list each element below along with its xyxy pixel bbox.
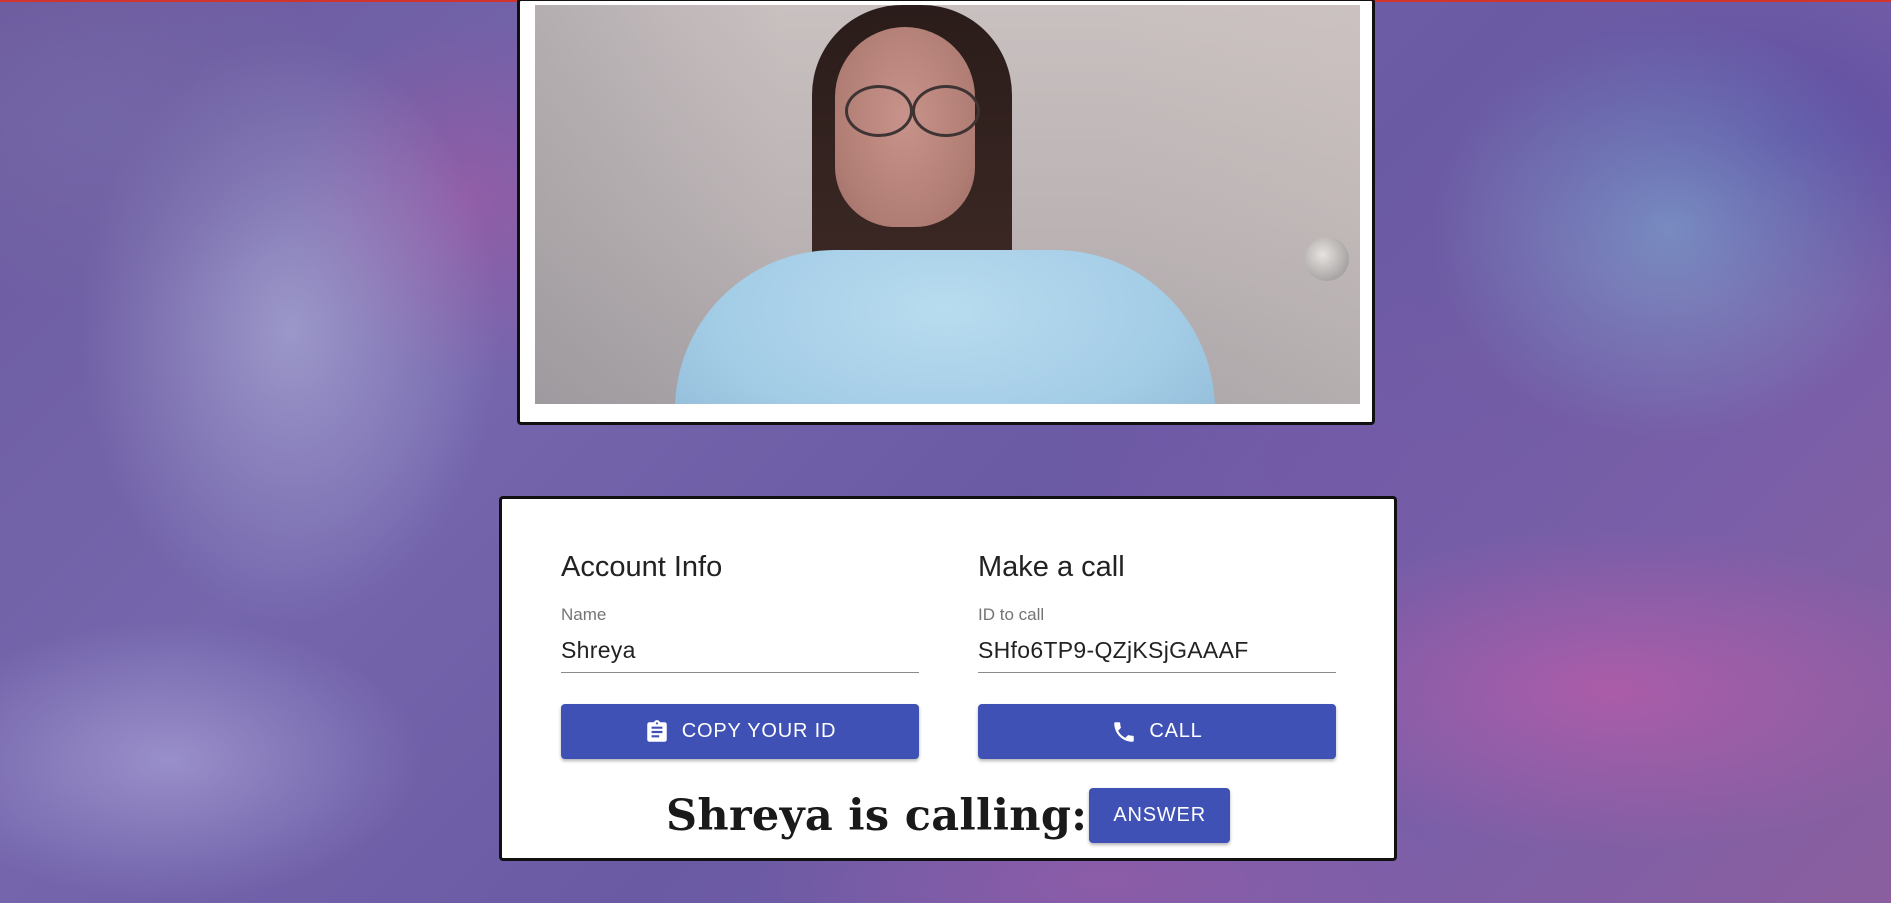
wall-lamp (1305, 237, 1349, 281)
clipboard-icon (644, 719, 670, 745)
answer-button[interactable]: ANSWER (1089, 788, 1230, 843)
call-control-panel: Account Info Name COPY YOUR ID Make a ca… (499, 496, 1397, 861)
copy-id-label: COPY YOUR ID (681, 720, 837, 742)
incoming-call-text: Shreya is calling: (666, 790, 1088, 841)
call-label: CALL (1149, 720, 1203, 742)
call-button[interactable]: CALL (978, 704, 1336, 759)
local-video (535, 5, 1360, 404)
account-info-section: Account Info Name COPY YOUR ID (561, 551, 919, 759)
glasses-left (845, 85, 913, 137)
account-info-title: Account Info (561, 551, 723, 583)
name-input[interactable] (561, 633, 919, 673)
phone-icon (1111, 719, 1137, 745)
id-to-call-input[interactable] (978, 633, 1336, 673)
make-call-section: Make a call ID to call CALL (978, 551, 1336, 759)
copy-id-button[interactable]: COPY YOUR ID (561, 704, 919, 759)
make-call-title: Make a call (978, 551, 1125, 583)
glasses-right (912, 85, 980, 137)
video-frame (517, 0, 1375, 425)
incoming-call-row: Shreya is calling: ANSWER (502, 788, 1394, 843)
name-label: Name (561, 605, 607, 624)
person-shirt (675, 250, 1215, 404)
id-to-call-label: ID to call (978, 605, 1045, 624)
